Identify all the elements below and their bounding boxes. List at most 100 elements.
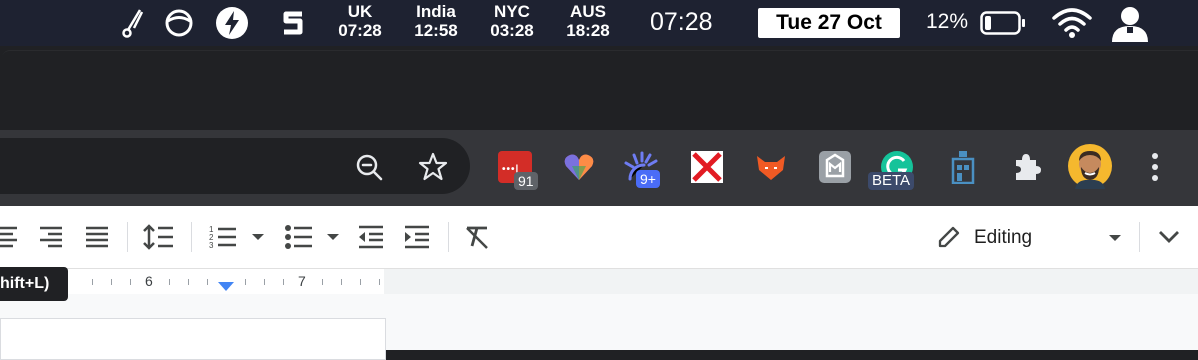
s-app-icon[interactable] [276,6,310,40]
kiosk-extension[interactable] [944,148,982,186]
clock-uk: UK 07:28 [328,2,392,40]
clock-label: India [416,2,456,21]
lastpass-extension[interactable]: •••| 91 [496,148,538,190]
toolbar-divider [191,222,192,252]
ruler-tick [264,279,265,285]
document-page[interactable] [0,318,386,360]
ruler-tick [245,279,246,285]
focus-circle-icon[interactable] [162,6,196,40]
right-indent-marker[interactable] [218,282,234,292]
address-bar[interactable] [0,138,470,194]
clock-india: India 12:58 [404,2,468,40]
decrease-indent-button[interactable] [354,220,388,254]
toolbar-divider [448,222,449,252]
ruler-label-6: 6 [145,273,153,289]
toolbar-divider [1139,222,1140,252]
wifi-icon[interactable] [1050,6,1094,40]
ruler-tick [341,279,342,285]
ruler-tick [283,279,284,285]
blocked-extension[interactable] [688,148,726,186]
profile-avatar[interactable] [1066,142,1114,190]
numbered-list-button[interactable]: 123 [206,220,240,254]
fox-icon [757,156,785,180]
ruler-tick [379,279,380,285]
clock-time: 12:58 [414,21,458,40]
kiosk-icon [951,151,975,184]
ruler-tick [92,279,93,285]
mailbox-icon [819,151,851,183]
lightning-icon[interactable] [214,5,250,41]
clock-nyc: NYC 03:28 [480,2,544,40]
numbered-list-icon: 123 [209,225,236,250]
line-spacing-button[interactable] [138,220,178,254]
user-icon[interactable] [1108,4,1152,42]
tab-strip [0,46,1198,131]
numbered-list-dropdown[interactable] [248,220,268,254]
clock-label: UK [347,2,373,21]
extension-badge: 9+ [636,170,660,188]
editing-mode-dropdown[interactable]: Editing [930,220,1130,254]
browser-toolbar: •••| 91 9+ BETA [0,130,1198,206]
ruler-tick [111,279,112,285]
caret-down-icon [327,234,339,240]
ruler-label-7: 7 [298,273,306,289]
caret-down-icon [252,234,264,240]
menu-bar: UK 07:28 India 12:58 NYC 03:28 AUS 18:28… [0,0,1198,46]
extensions-menu[interactable] [1008,148,1046,186]
bookmark-star-icon[interactable] [417,151,449,183]
extension-badge: 91 [514,172,538,190]
ruler: 6 7 [0,268,1198,295]
clock-label: NYC [494,2,530,21]
pencil-icon [938,226,960,248]
hide-menus-button[interactable] [1152,220,1186,254]
align-right-button[interactable] [34,220,68,254]
editing-mode-label: Editing [974,227,1033,248]
fox-extension[interactable] [752,148,790,186]
battery-percent: 12% [926,10,969,33]
menu-bar-date[interactable]: Tue 27 Oct [758,8,900,38]
mailbox-extension[interactable] [816,148,854,186]
heart-extension[interactable] [560,148,598,186]
ruler-tick [322,279,323,285]
scissors-icon[interactable] [116,6,150,40]
align-center-button[interactable] [0,220,20,254]
increase-indent-icon [405,225,429,249]
clock-time: 03:28 [490,21,534,40]
battery-icon[interactable] [980,11,1026,35]
clock-label: AUS [570,2,606,21]
ruler-tick [360,279,361,285]
docs-toolbar: 123 Editing [0,206,1198,268]
chrome-menu-button[interactable] [1136,148,1174,186]
kebab-menu-icon [1152,153,1158,181]
ruler-tick [207,279,208,285]
chevron-down-icon [1159,231,1179,243]
clock-time: 07:28 [338,21,382,40]
red-x-icon [691,151,723,183]
align-right-icon [40,226,62,248]
ruler-tick [130,279,131,285]
increase-indent-button[interactable] [400,220,434,254]
align-center-icon [0,226,17,248]
clock-time: 18:28 [566,21,610,40]
heart-icon [564,154,594,180]
decrease-indent-icon [359,225,383,249]
ruler-tick [169,279,170,285]
toolbar-divider [127,222,128,252]
zoom-out-icon[interactable] [354,152,384,182]
menu-bar-time[interactable]: 07:28 [650,8,713,37]
clear-formatting-icon [466,226,488,249]
beta-badge: BETA [868,172,915,190]
window-frame [2,50,1198,131]
bulleted-list-dropdown[interactable] [323,220,343,254]
clock-aus: AUS 18:28 [556,2,620,40]
avatar-icon [1068,144,1112,189]
grammarly-extension[interactable]: BETA [868,148,916,190]
clear-formatting-button[interactable] [460,220,494,254]
justify-icon [86,226,108,248]
sunburst-extension[interactable]: 9+ [622,148,660,188]
shortcut-tooltip: hift+L) [0,267,68,301]
justify-button[interactable] [80,220,114,254]
svg-text:3: 3 [209,241,214,250]
bulleted-list-button[interactable] [282,220,316,254]
document-canvas [0,294,1198,360]
